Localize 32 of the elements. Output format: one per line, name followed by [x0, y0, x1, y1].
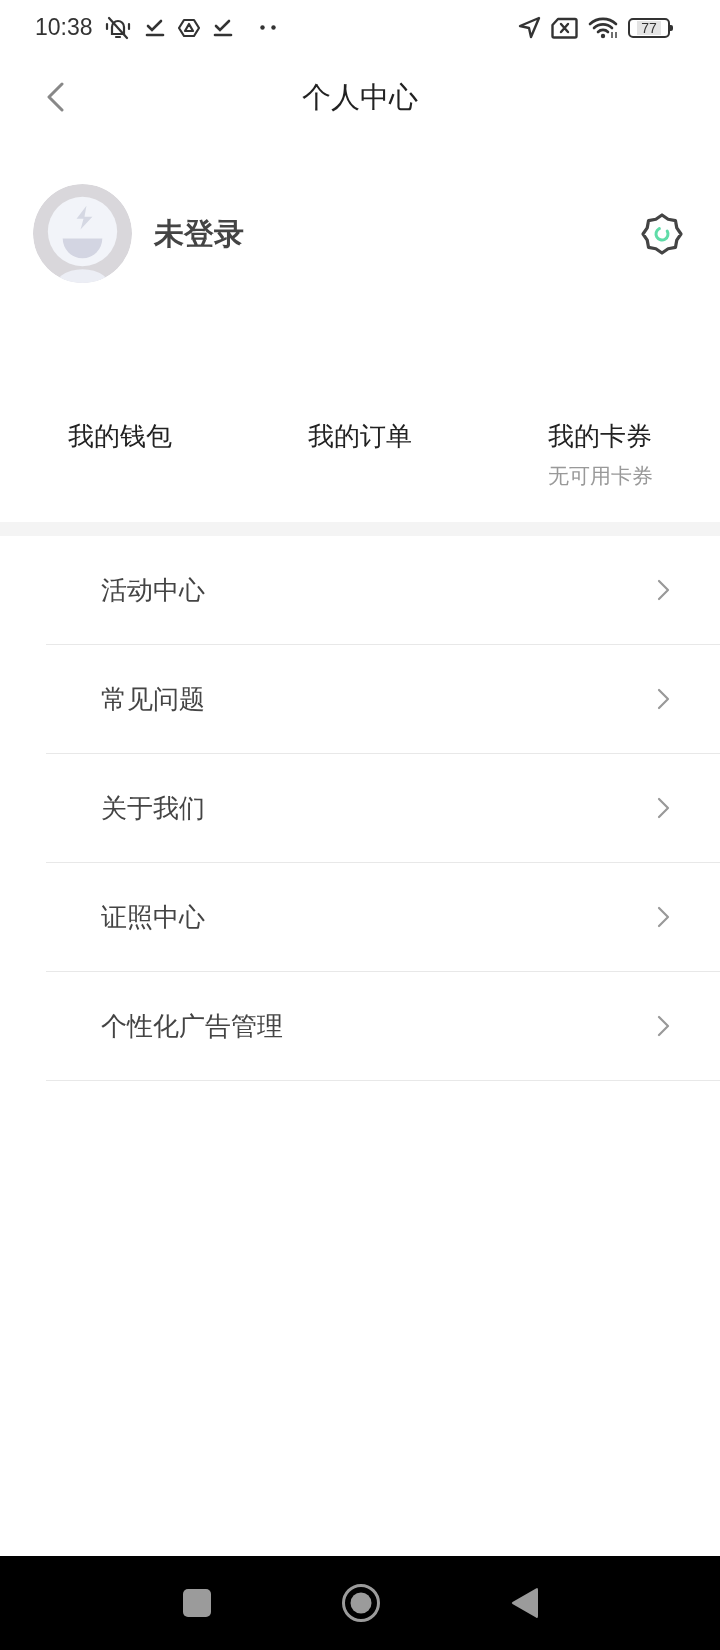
- chevron-right-icon: [657, 1015, 670, 1037]
- chevron-right-icon: [657, 797, 670, 819]
- wifi-icon: [588, 16, 618, 39]
- square-icon[interactable]: [182, 1589, 211, 1617]
- shortcut-button[interactable]: 我的订单: [308, 419, 412, 453]
- battery-percent: 77: [637, 20, 661, 35]
- shortcut-subtitle: 无可用卡券: [547, 463, 653, 490]
- menu-item[interactable]: 关于我们: [46, 754, 720, 863]
- tick-icon: [212, 17, 233, 38]
- shortcut-button[interactable]: 我的卡券: [548, 419, 652, 453]
- hexagon-icon: [177, 17, 200, 38]
- location-arrow-icon: [518, 16, 541, 39]
- chevron-right-icon: [657, 906, 670, 928]
- back-icon[interactable]: [510, 1587, 538, 1619]
- back-icon[interactable]: [45, 82, 65, 112]
- dots-icon: [259, 25, 276, 30]
- page-title: 个人中心: [302, 79, 418, 116]
- settings-icon[interactable]: [641, 212, 683, 255]
- menu-item[interactable]: 个性化广告管理: [46, 972, 720, 1081]
- chevron-right-icon: [657, 688, 670, 710]
- muted-bell-icon: [103, 14, 132, 41]
- menu-item[interactable]: 活动中心: [46, 536, 720, 645]
- status-time: 10:38: [35, 14, 93, 41]
- menu-item[interactable]: 常见问题: [46, 645, 720, 754]
- shortcut-button[interactable]: 我的钱包: [68, 419, 172, 453]
- tick-icon: [144, 17, 165, 38]
- home-icon[interactable]: [341, 1584, 380, 1622]
- user-name: 未登录: [154, 214, 245, 253]
- avatar-icon: [33, 184, 132, 283]
- chevron-right-icon: [657, 579, 670, 601]
- menu-item[interactable]: 证照中心: [46, 863, 720, 972]
- sim-card-icon: [551, 16, 578, 39]
